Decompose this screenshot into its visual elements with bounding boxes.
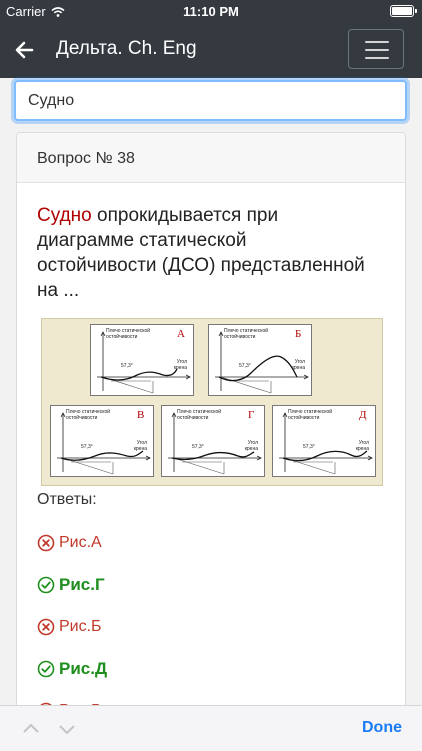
battery-icon [390, 5, 417, 17]
plot-axis-label: Плечо статической остойчивости [288, 409, 333, 421]
angle-label: 57,3° [303, 444, 315, 450]
done-button[interactable]: Done [362, 719, 402, 737]
heel-axis-label: Угол крена [291, 359, 305, 371]
x-circle-icon [37, 534, 55, 552]
heel-axis-label: Угол крена [355, 440, 369, 452]
hamburger-line [365, 57, 389, 59]
question-card: Вопрос № 38 Судно опрокидывается при диа… [16, 132, 406, 732]
panel-letter: Б [295, 328, 302, 340]
answer-text: Рис.Г [59, 575, 105, 594]
x-circle-icon [37, 618, 55, 636]
plot-axis-label: Плечо статической остойчивости [106, 328, 151, 340]
answer-wrong[interactable]: Рис.А [37, 531, 102, 555]
keyboard-toolbar: Done [0, 705, 422, 751]
diagram-panel: Плечо статической остойчивости Д 57,3° Угол к… [272, 405, 376, 477]
panel-letter: Д [359, 409, 367, 421]
answer-correct[interactable]: Рис.Д [37, 657, 107, 681]
diagram-panel: Плечо статической остойчивости В 57,3° Угол к… [50, 405, 154, 477]
question-text: Судно опрокидывается при диаграмме стати… [37, 203, 367, 303]
stability-diagram: Плечо статической остойчивости А 57,3° Угол к… [41, 318, 383, 486]
hamburger-line [365, 49, 389, 51]
search-input[interactable] [14, 80, 407, 121]
heel-axis-label: Угол крена [133, 440, 147, 452]
panel-letter: В [137, 409, 145, 421]
chevron-down-icon[interactable] [58, 720, 76, 738]
angle-label: 57,3° [121, 363, 133, 369]
diagram-panel: Плечо статической остойчивости Г 57,3° Угол к… [161, 405, 265, 477]
angle-label: 57,3° [239, 363, 251, 369]
check-circle-icon [37, 576, 55, 594]
back-arrow-icon[interactable] [12, 36, 36, 64]
check-circle-icon [37, 660, 55, 678]
question-number: Вопрос № 38 [17, 133, 405, 183]
plot-axis-label: Плечо статической остойчивости [224, 328, 269, 340]
answer-wrong[interactable]: Рис.Б [37, 615, 102, 639]
clock: 11:10 PM [183, 4, 239, 19]
answer-text: Рис.Д [59, 659, 108, 678]
menu-button[interactable] [348, 29, 404, 69]
angle-label: 57,3° [81, 444, 93, 450]
angle-label: 57,3° [192, 444, 204, 450]
page-title: Дельта. Ch. Eng [56, 38, 197, 59]
status-bar: Carrier 11:10 PM [0, 0, 422, 22]
panel-letter: А [177, 328, 185, 340]
answer-text: Рис.Б [59, 618, 102, 635]
hamburger-line [365, 41, 389, 43]
plot-axis-label: Плечо статической остойчивости [66, 409, 111, 421]
chevron-up-icon[interactable] [22, 720, 40, 738]
heel-axis-label: Угол крена [173, 359, 187, 371]
answer-correct[interactable]: Рис.Г [37, 573, 105, 597]
heel-axis-label: Угол крена [244, 440, 258, 452]
answers-label: Ответы: [37, 491, 97, 508]
navbar: Дельта. Ch. Eng [0, 22, 422, 78]
question-keyword: Судно [37, 205, 92, 226]
diagram-panel: Плечо статической остойчивости А 57,3° Угол к… [90, 324, 194, 396]
answer-text: Рис.А [59, 534, 102, 551]
panel-letter: Г [248, 409, 255, 421]
plot-axis-label: Плечо статической остойчивости [177, 409, 222, 421]
diagram-panel: Плечо статической остойчивости Б 57,3° Угол к… [208, 324, 312, 396]
